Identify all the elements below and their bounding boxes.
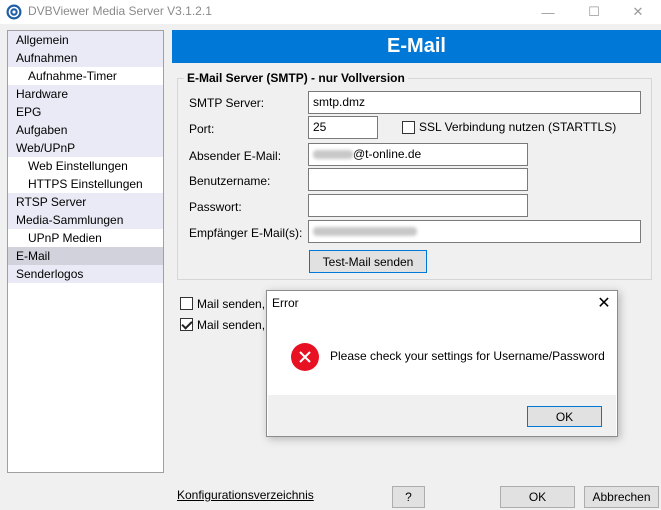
error-dialog-title: Error [272,296,299,310]
smtp-server-label: SMTP Server: [189,96,265,110]
page-title: E-Mail [172,30,661,63]
port-label: Port: [189,122,215,136]
sender-email-label: Absender E-Mail: [189,149,282,163]
nav-item-aufnahmen[interactable]: Aufnahmen [8,49,163,67]
nav-item-allgemein[interactable]: Allgemein [8,31,163,49]
dvbviewer-icon [6,4,22,20]
mail-option-1-checkbox[interactable] [180,297,193,310]
sender-email-domain: @t-online.de [353,147,422,161]
smtp-server-input[interactable]: smtp.dmz [308,91,641,114]
redacted-text [313,227,417,237]
nav-item-e-mail[interactable]: E-Mail [8,247,163,265]
nav-item-aufgaben[interactable]: Aufgaben [8,121,163,139]
username-input[interactable] [308,168,528,191]
settings-nav-tree[interactable]: Allgemein Aufnahmen Aufnahme-Timer Hardw… [7,30,164,473]
nav-item-hardware[interactable]: Hardware [8,85,163,103]
ssl-label: SSL Verbindung nutzen (STARTTLS) [419,120,617,134]
ok-button[interactable]: OK [500,486,575,508]
nav-item-senderlogos[interactable]: Senderlogos [8,265,163,283]
close-icon[interactable]: ✕ [593,293,615,313]
error-icon [291,343,319,371]
test-mail-button[interactable]: Test-Mail senden [309,250,427,273]
close-window-button[interactable]: ✕ [615,0,661,24]
recipient-email-label: Empfänger E-Mail(s): [189,226,303,240]
port-input[interactable]: 25 [308,116,378,139]
nav-item-rtsp-server[interactable]: RTSP Server [8,193,163,211]
redacted-text [313,150,353,160]
error-dialog: Error ✕ Please check your settings for U… [266,290,618,437]
password-label: Passwort: [189,200,242,214]
minimize-button[interactable]: — [525,0,571,24]
error-message: Please check your settings for Username/… [330,349,605,363]
nav-item-upnp-medien[interactable]: UPnP Medien [8,229,163,247]
mail-option-1-label: Mail senden, [197,297,266,311]
ssl-checkbox[interactable] [402,121,415,134]
nav-item-web-einstellungen[interactable]: Web Einstellungen [8,157,163,175]
nav-item-web-upnp[interactable]: Web/UPnP [8,139,163,157]
username-label: Benutzername: [189,174,271,188]
nav-item-epg[interactable]: EPG [8,103,163,121]
maximize-button[interactable]: ☐ [571,0,617,24]
nav-item-aufnahme-timer[interactable]: Aufnahme-Timer [8,67,163,85]
sender-email-input[interactable]: @t-online.de [308,143,528,166]
help-button[interactable]: ? [392,486,425,508]
recipient-email-input[interactable] [308,220,641,243]
nav-item-https-einstellungen[interactable]: HTTPS Einstellungen [8,175,163,193]
smtp-group-title: E-Mail Server (SMTP) - nur Vollversion [184,71,408,85]
mail-option-2-checkbox[interactable] [180,318,193,331]
nav-item-media-sammlungen[interactable]: Media-Sammlungen [8,211,163,229]
config-directory-link[interactable]: Konfigurationsverzeichnis [177,488,314,502]
password-input[interactable] [308,194,528,217]
window-title: DVBViewer Media Server V3.1.2.1 [28,4,212,18]
mail-option-2-label: Mail senden, v [197,318,275,332]
cancel-button[interactable]: Abbrechen [584,486,659,508]
error-ok-button[interactable]: OK [527,406,602,427]
